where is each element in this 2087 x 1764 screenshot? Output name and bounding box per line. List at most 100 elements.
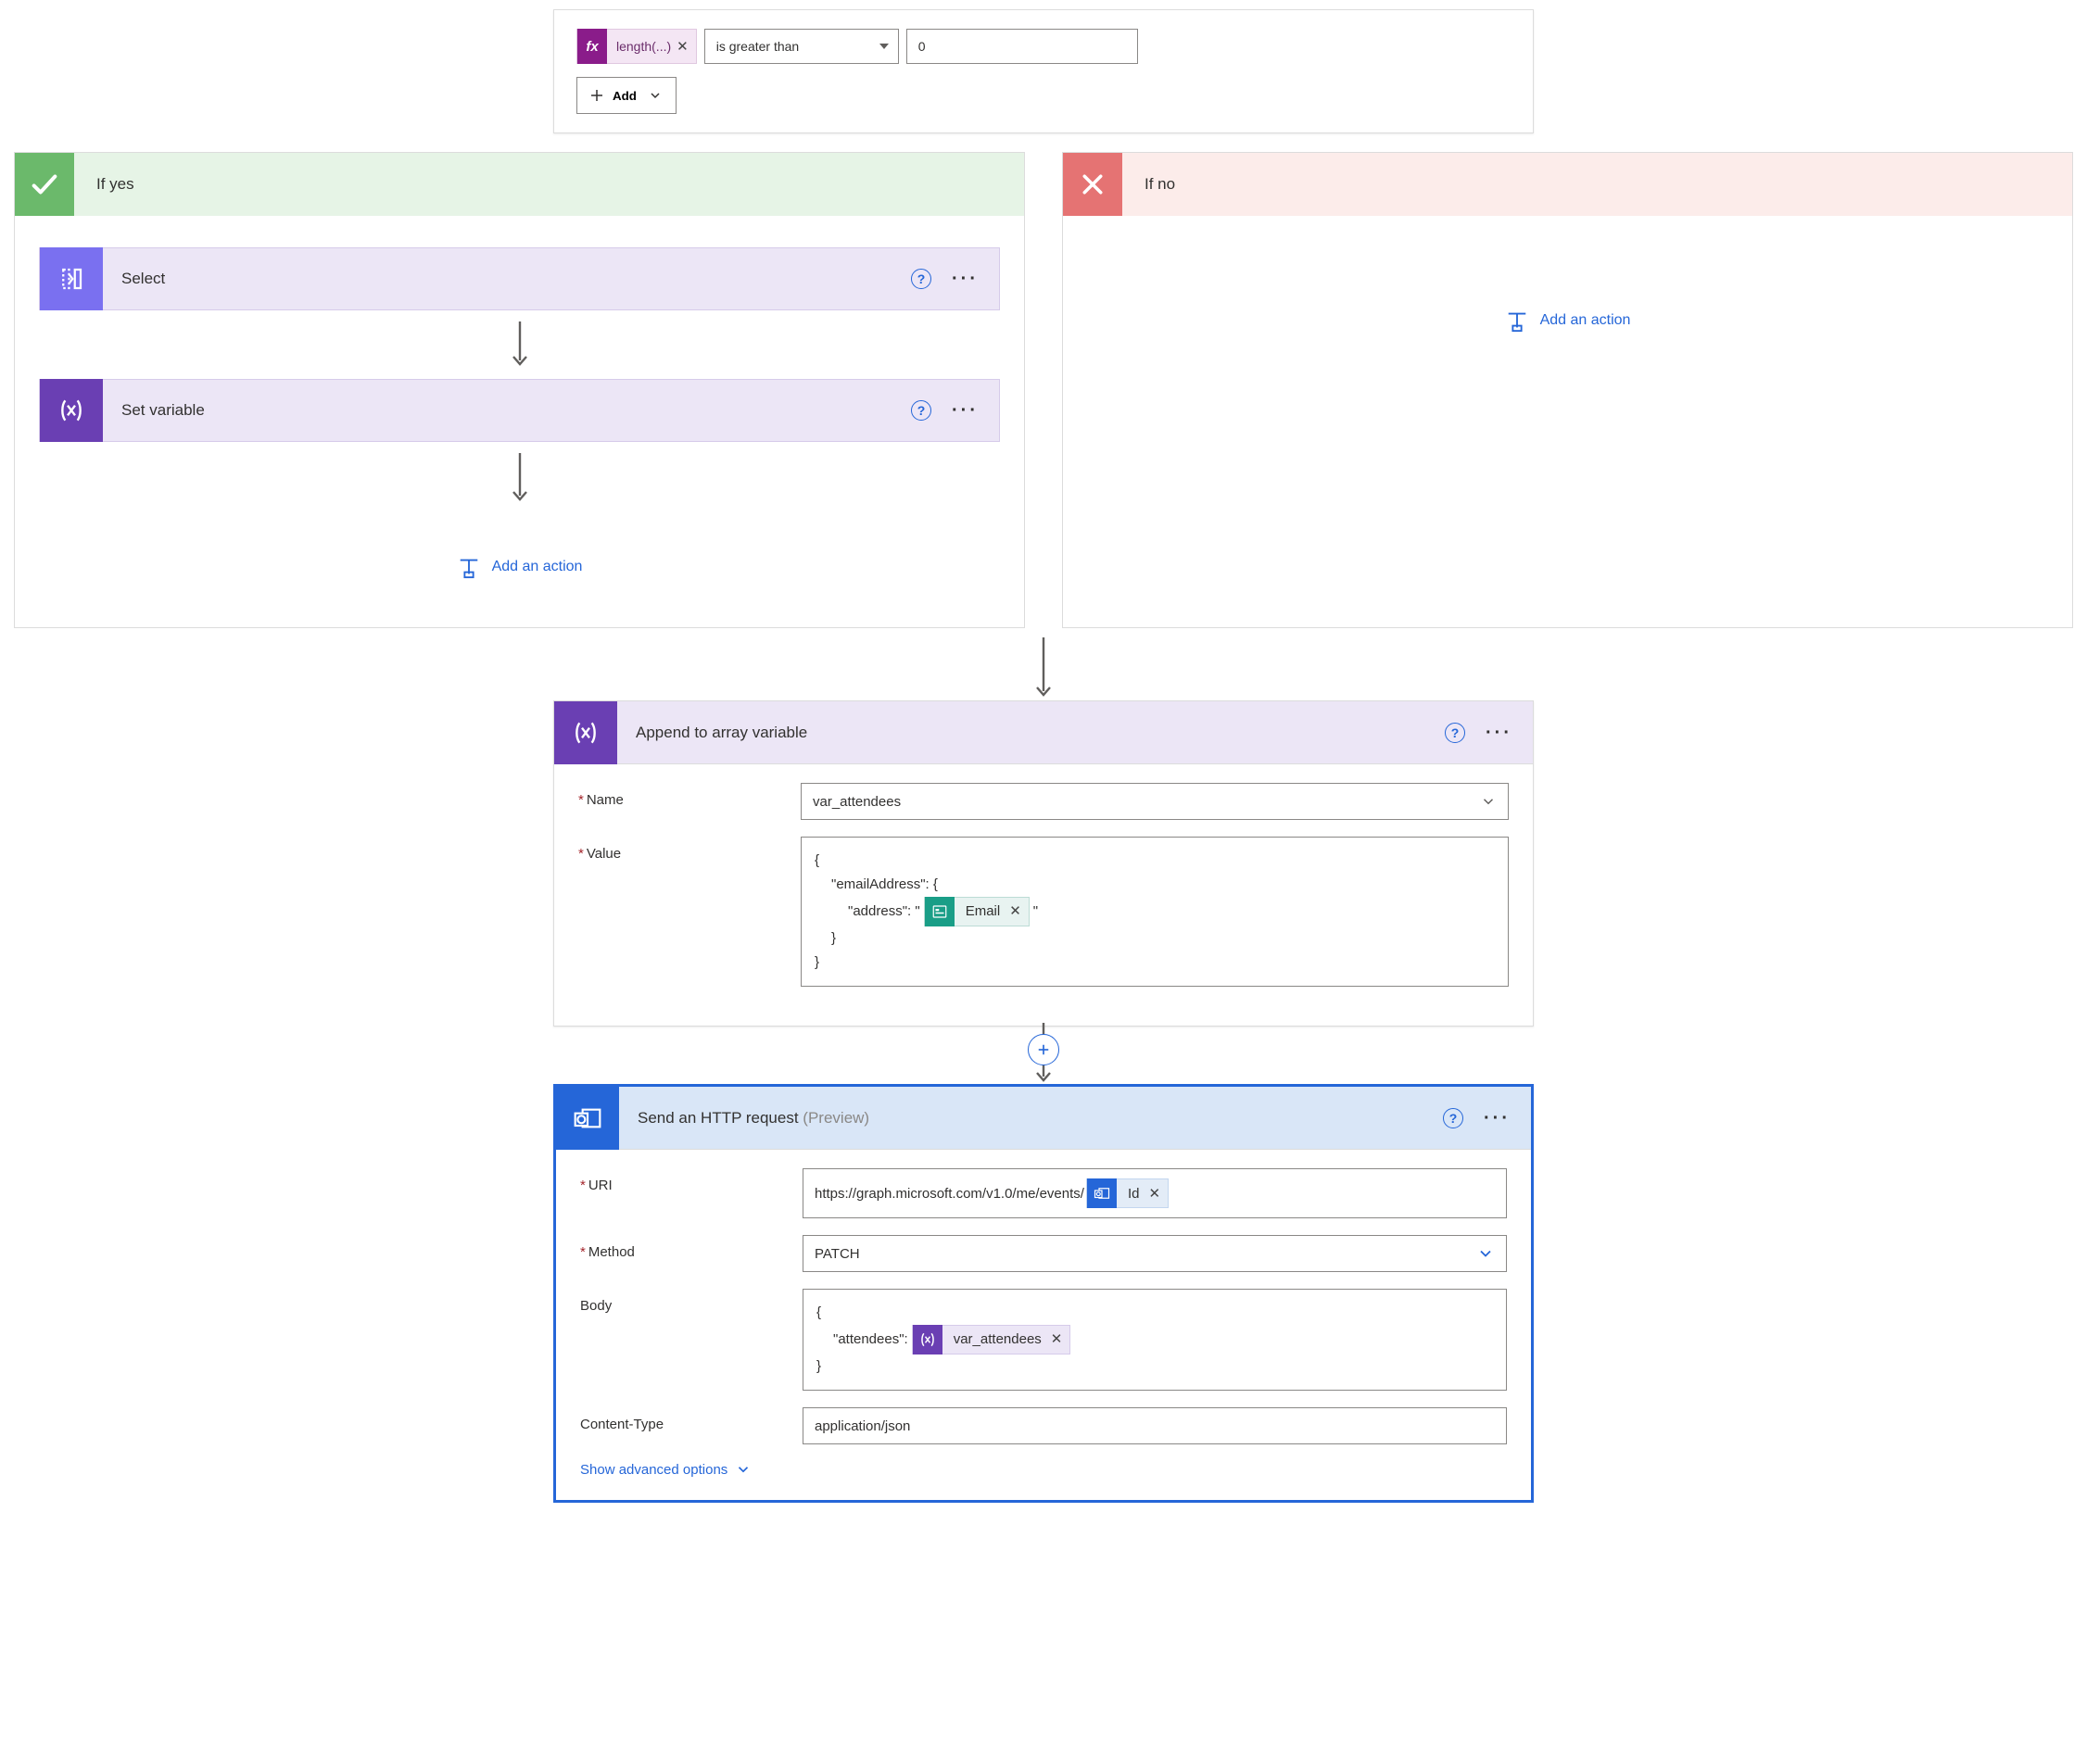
help-icon[interactable]: ?: [1445, 723, 1465, 743]
help-icon[interactable]: ?: [1443, 1108, 1463, 1128]
fx-icon: fx: [577, 29, 607, 64]
condition-value-input[interactable]: 0: [906, 29, 1138, 64]
if-yes-body: Select ? ··· Set variable ? ···: [15, 216, 1024, 627]
content-type-input[interactable]: application/json: [803, 1407, 1507, 1444]
add-action-label: Add an action: [492, 559, 583, 575]
select-icon: [40, 247, 103, 310]
setvar-title: Set variable: [103, 401, 911, 420]
code-line: "attendees": var_attendees ✕: [816, 1325, 1074, 1354]
card-actions: ? ···: [1443, 1108, 1531, 1128]
insert-step-icon: [457, 555, 481, 579]
code-line: {: [815, 849, 819, 873]
expression-label: length(...): [607, 39, 677, 54]
expression-token[interactable]: fx length(...) ✕: [576, 29, 697, 64]
http-header[interactable]: Send an HTTP request (Preview) ? ···: [556, 1087, 1531, 1150]
add-action-link[interactable]: Add an action: [457, 555, 583, 579]
add-action-link[interactable]: Add an action: [1505, 309, 1631, 333]
remove-token-icon[interactable]: ✕: [1049, 1328, 1070, 1352]
http-form: *URI https://graph.microsoft.com/v1.0/me…: [556, 1150, 1531, 1500]
body-label: Body: [580, 1289, 803, 1314]
condition-card: fx length(...) ✕ is greater than 0 Add: [553, 9, 1534, 133]
token-label: Email: [955, 900, 1008, 924]
card-actions: ? ···: [911, 269, 999, 289]
remove-token-icon[interactable]: ✕: [1007, 900, 1029, 924]
set-variable-card[interactable]: Set variable ? ···: [39, 379, 1000, 442]
uri-input[interactable]: https://graph.microsoft.com/v1.0/me/even…: [803, 1168, 1507, 1218]
chevron-down-icon: [735, 1461, 752, 1478]
if-no-header: If no: [1063, 153, 2072, 216]
value-row: *Value { "emailAddress": { "address": " …: [578, 837, 1509, 987]
remove-expression-icon[interactable]: ✕: [677, 38, 689, 55]
close-icon: [1063, 153, 1122, 216]
help-icon[interactable]: ?: [911, 400, 931, 421]
method-value: PATCH: [815, 1246, 860, 1262]
chevron-down-icon: [648, 88, 663, 103]
content-type-row: Content-Type application/json: [580, 1407, 1507, 1444]
add-label: Add: [613, 89, 637, 103]
append-header[interactable]: Append to array variable ? ···: [554, 701, 1533, 764]
name-value: var_attendees: [813, 794, 901, 810]
email-token[interactable]: Email ✕: [924, 897, 1030, 926]
value-text: 0: [918, 39, 926, 54]
value-label: *Value: [578, 837, 801, 862]
more-icon[interactable]: ···: [952, 274, 979, 284]
variable-icon: [554, 701, 617, 764]
code-line: {: [816, 1301, 821, 1325]
body-input[interactable]: { "attendees": var_attendees ✕ }: [803, 1289, 1507, 1391]
flow-arrow: [509, 451, 531, 505]
flow-arrow: [509, 320, 531, 370]
operator-label: is greater than: [716, 39, 800, 54]
method-row: *Method PATCH: [580, 1235, 1507, 1272]
add-condition-button[interactable]: Add: [576, 77, 677, 114]
preview-badge: (Preview): [803, 1109, 869, 1127]
code-line: }: [816, 1354, 821, 1379]
flow-connector: [14, 1023, 2073, 1084]
insert-step-icon: [1505, 309, 1529, 333]
condition-branches: If yes Select ? ··· Set variable: [14, 152, 2073, 628]
method-dropdown[interactable]: PATCH: [803, 1235, 1507, 1272]
if-no-label: If no: [1122, 175, 1175, 194]
help-icon[interactable]: ?: [911, 269, 931, 289]
more-icon[interactable]: ···: [952, 406, 979, 415]
http-title: Send an HTTP request (Preview): [619, 1109, 1443, 1128]
plus-icon: [588, 87, 605, 104]
check-icon: [15, 153, 74, 216]
name-dropdown[interactable]: var_attendees: [801, 783, 1509, 820]
card-actions: ? ···: [911, 400, 999, 421]
http-request-card: Send an HTTP request (Preview) ? ··· *UR…: [553, 1084, 1534, 1503]
name-row: *Name var_attendees: [578, 783, 1509, 820]
id-token[interactable]: Id ✕: [1086, 1178, 1169, 1208]
code-line: }: [815, 951, 819, 975]
token-label: Id: [1117, 1186, 1147, 1202]
method-label: *Method: [580, 1235, 803, 1260]
flow-arrow: [14, 636, 2073, 700]
remove-token-icon[interactable]: ✕: [1146, 1185, 1168, 1202]
code-line: "emailAddress": {: [815, 873, 938, 897]
more-icon[interactable]: ···: [1484, 1114, 1511, 1123]
append-array-card: Append to array variable ? ··· *Name var…: [553, 700, 1534, 1027]
append-title: Append to array variable: [617, 724, 1445, 742]
body-row: Body { "attendees": var_attendees ✕ }: [580, 1289, 1507, 1391]
uri-label: *URI: [580, 1168, 803, 1193]
outlook-icon: [1087, 1178, 1117, 1208]
value-input[interactable]: { "emailAddress": { "address": " Email ✕…: [801, 837, 1509, 987]
select-title: Select: [103, 270, 911, 288]
add-step-button[interactable]: [1028, 1034, 1059, 1065]
token-label: var_attendees: [942, 1328, 1049, 1352]
code-line: }: [815, 926, 836, 951]
code-line: "address": " Email ✕ ": [815, 897, 1038, 926]
condition-row: fx length(...) ✕ is greater than 0: [576, 29, 1511, 64]
select-action-card[interactable]: Select ? ···: [39, 247, 1000, 310]
if-yes-header: If yes: [15, 153, 1024, 216]
if-yes-label: If yes: [74, 175, 134, 194]
append-form: *Name var_attendees *Value { "emailAddre…: [554, 764, 1533, 1026]
condition-operator-dropdown[interactable]: is greater than: [704, 29, 899, 64]
var-attendees-token[interactable]: var_attendees ✕: [912, 1325, 1071, 1354]
show-advanced-link[interactable]: Show advanced options: [580, 1461, 1507, 1478]
more-icon[interactable]: ···: [1486, 728, 1512, 737]
chevron-down-icon: [1480, 793, 1497, 810]
variable-icon: [913, 1325, 942, 1354]
variable-icon: [40, 379, 103, 442]
content-type-label: Content-Type: [580, 1407, 803, 1432]
outlook-icon: [556, 1087, 619, 1150]
